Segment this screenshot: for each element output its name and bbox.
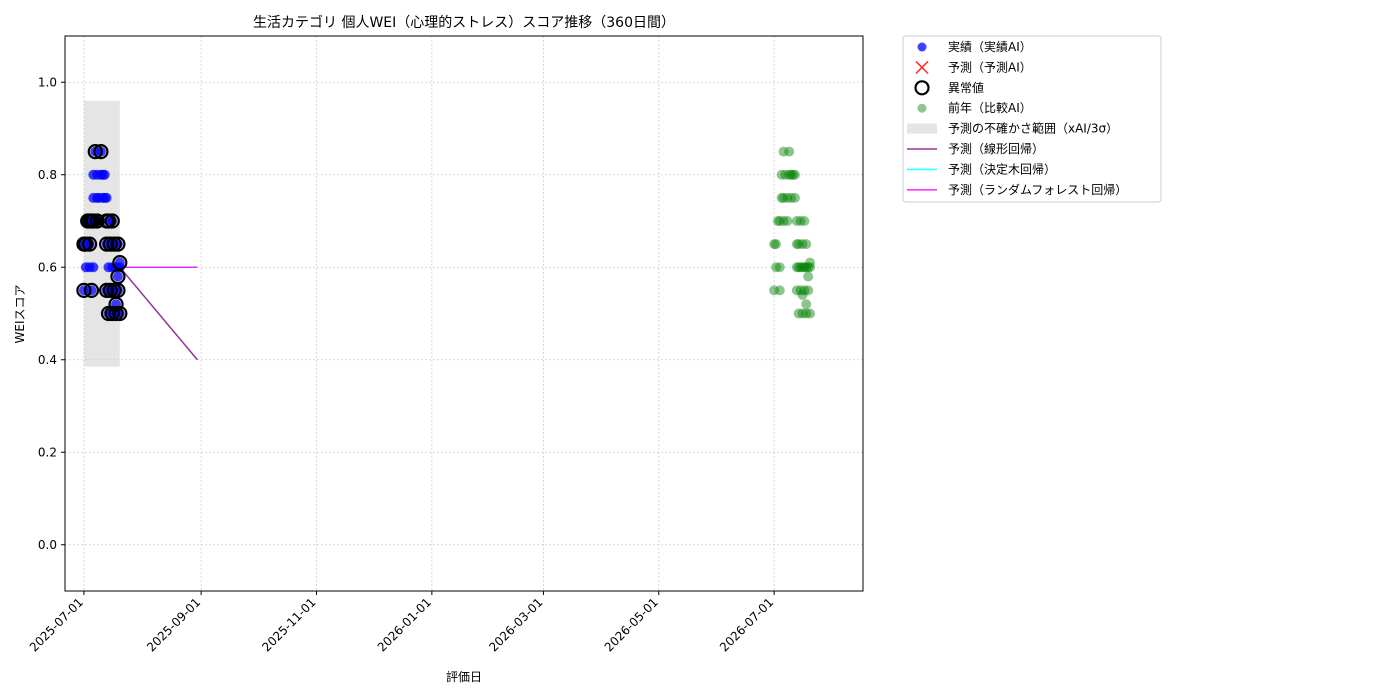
previous-year-point [784, 146, 795, 157]
actual-point [112, 271, 123, 282]
previous-year-point [803, 271, 814, 282]
actual-point [99, 169, 110, 180]
plot-area: 2025-07-01 2025-09-01 2025-11-01 2026-01-01… [27, 35, 864, 654]
previous-year-point [801, 299, 812, 310]
forecast-line-0 [119, 266, 198, 361]
actual-point [101, 192, 112, 203]
previous-year-point [803, 285, 814, 296]
x-tick-label: 2025-09-01 [144, 595, 203, 654]
chart: 生活カテゴリ 個人WEI（心理的ストレス）スコア推移（360日間） 2025-0… [13, 14, 1162, 684]
previous-year-point [789, 169, 800, 180]
previous-year-point [789, 192, 800, 203]
previous-year-point [799, 216, 810, 226]
previous-year-point [774, 262, 785, 273]
legend-marker-3 [917, 103, 927, 113]
legend-label-4: 予測の不確かさ範囲（xAI/3σ） [948, 121, 1118, 136]
legend-label-0: 実績（実績AI） [948, 39, 1032, 54]
y-tick-label: 0.0 [38, 538, 57, 552]
x-tick-label: 2026-07-01 [717, 595, 776, 654]
previous-year-point [774, 285, 785, 296]
previous-year-point [805, 257, 816, 268]
x-axis-title: 評価日 [446, 669, 482, 684]
uncertainty-band [83, 100, 120, 367]
y-tick-label: 0.8 [38, 168, 57, 182]
legend-frame [902, 35, 1162, 203]
legend-label-6: 予測（決定木回帰） [948, 161, 1056, 176]
legend-label-5: 予測（線形回帰） [948, 141, 1044, 156]
y-tick-label: 0.6 [38, 260, 57, 274]
y-tick-label: 1.0 [38, 75, 57, 89]
y-axis-title: WEIスコア [13, 285, 27, 344]
actual-point [88, 262, 99, 273]
x-tick-label: 2026-05-01 [602, 595, 661, 654]
x-tick-label: 2026-03-01 [486, 595, 545, 654]
axes-frame [64, 35, 864, 592]
y-tick-label: 0.4 [38, 353, 57, 367]
legend-label-7: 予測（ランダムフォレスト回帰） [948, 182, 1127, 197]
previous-year-point [782, 216, 793, 226]
x-tick-label: 2025-11-01 [259, 595, 318, 654]
legend-marker-4 [907, 123, 937, 134]
chart-title: 生活カテゴリ 個人WEI（心理的ストレス）スコア推移（360日間） [253, 14, 675, 31]
previous-year-point [771, 239, 782, 250]
y-tick-label: 0.2 [38, 445, 57, 459]
x-tick-label: 2026-01-01 [375, 595, 434, 654]
legend-marker-0 [917, 42, 927, 52]
legend-label-3: 前年（比較AI） [948, 100, 1032, 115]
legend-label-2: 異常値 [948, 80, 984, 95]
legend: 実績（実績AI） 予測（予測AI） 異常値前年（比較AI） 予測の不確かさ範囲（xAI… [902, 35, 1162, 203]
legend-label-1: 予測（予測AI） [948, 60, 1032, 74]
previous-year-point [805, 308, 816, 319]
previous-year-point [801, 239, 812, 250]
x-tick-label: 2025-07-01 [27, 595, 86, 654]
